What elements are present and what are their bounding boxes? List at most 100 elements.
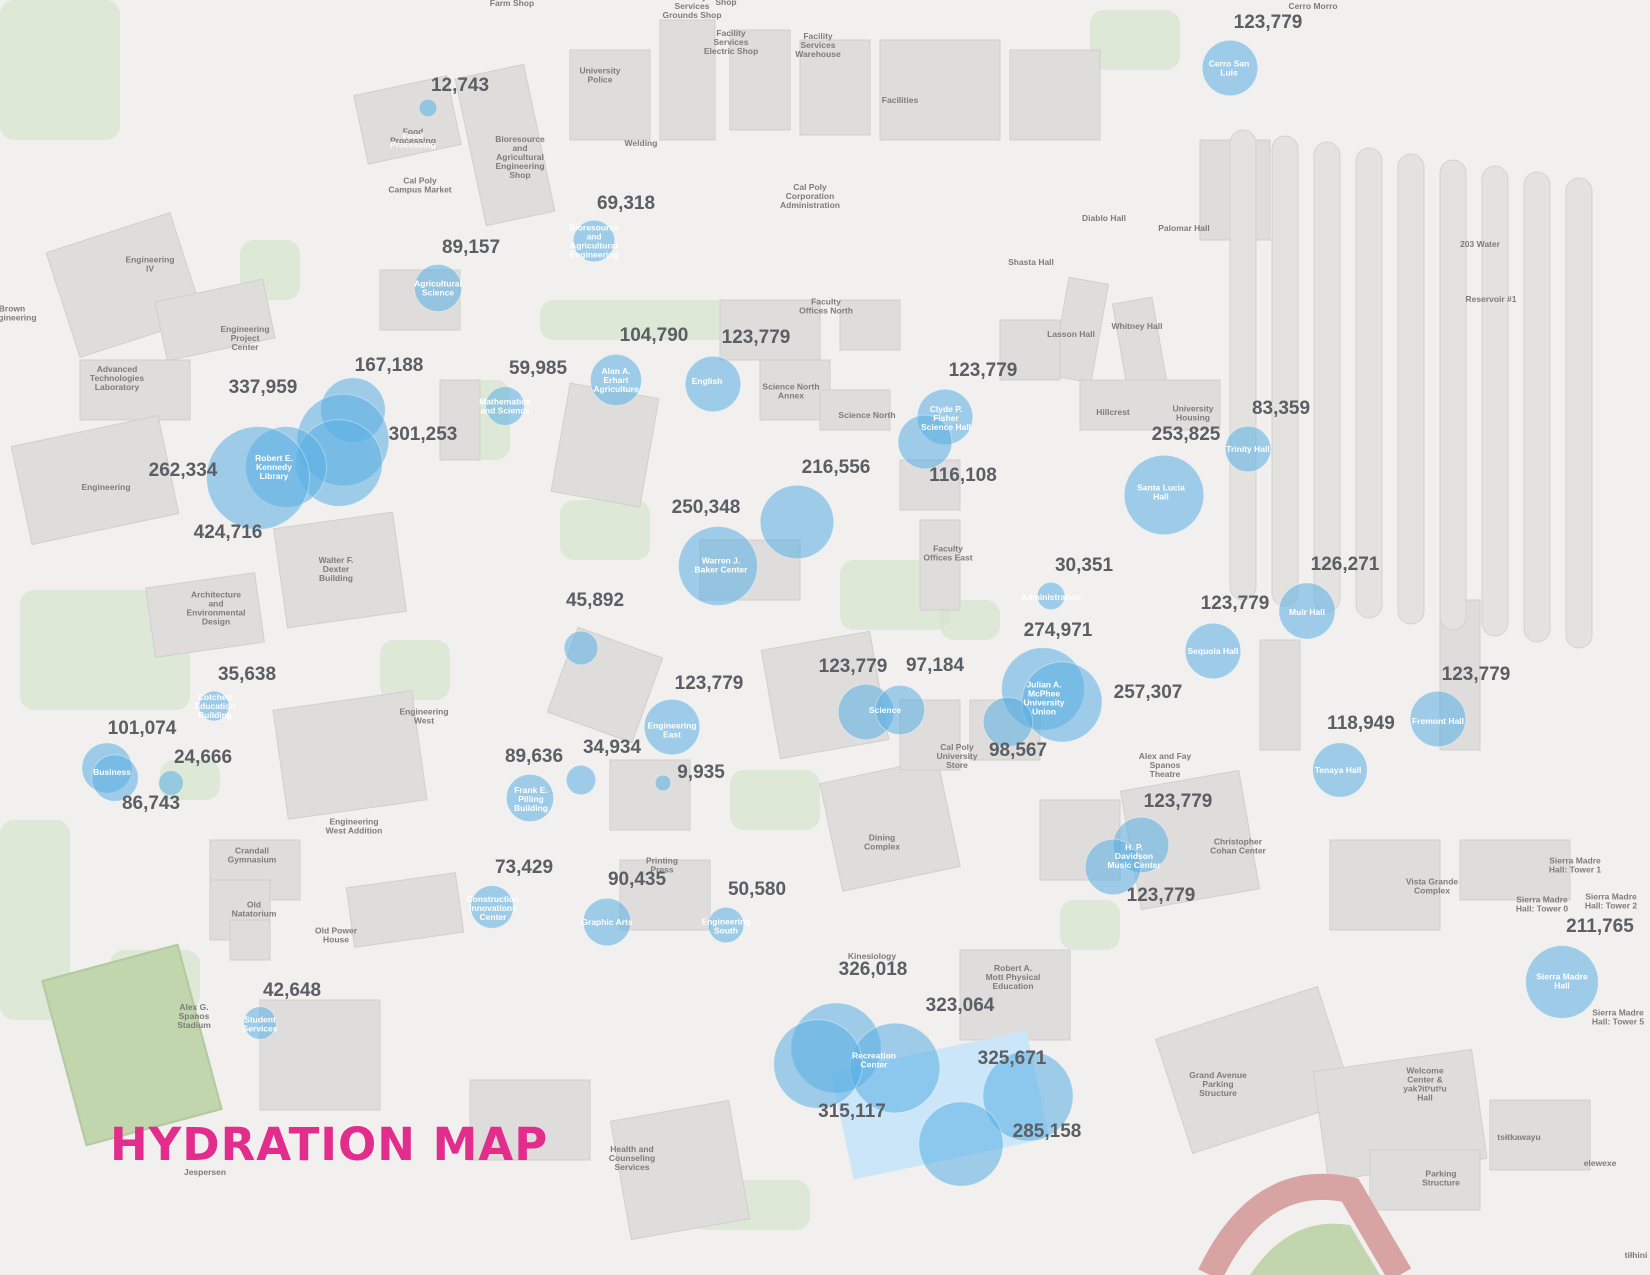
bubble-label-student-services: Student Services (243, 1015, 278, 1034)
parking-row (1313, 141, 1341, 613)
value-label-davidson-b: 123,779 (1127, 885, 1196, 906)
building-footprint (879, 39, 1001, 141)
building-footprint (919, 519, 961, 611)
map-label-parking-structure: Parking Structure (1422, 1169, 1460, 1188)
map-label-palomar-hall: Palomar Hall (1158, 223, 1210, 233)
bubble-food-processing[interactable] (418, 98, 438, 118)
value-label-tenaya-hall: 118,949 (1327, 713, 1395, 734)
map-label-welding: Welding (625, 138, 658, 148)
value-label-unknown-45892: 45,892 (566, 590, 624, 611)
bubble-label-sequoia-hall: Sequoia Hall (1187, 646, 1238, 656)
value-label-administration: 30,351 (1055, 555, 1114, 576)
building-footprint (259, 999, 381, 1111)
value-label-unknown-9935: 9,935 (677, 762, 725, 783)
bubble-baker-a[interactable] (759, 484, 835, 560)
bubble-label-bioresource-engineering: Bioresource and Agricultural Engineering (569, 223, 619, 260)
bubble-label-robert-kennedy-library: Robert E. Kennedy Library (255, 453, 293, 481)
map-label-lasson-hall: Lasson Hall (1047, 329, 1095, 339)
value-label-baker-a: 216,556 (802, 457, 871, 478)
value-label-engineering-south: 50,580 (728, 879, 786, 900)
map-label-dining-complex: Dining Complex (864, 833, 900, 852)
map-label-whitney-hall: Whitney Hall (1111, 321, 1162, 331)
bubble-label-trinity: Trinity Hall (1226, 444, 1269, 454)
green-area (380, 640, 450, 700)
bubble-business-b[interactable] (158, 770, 184, 796)
map-label-shasta-hall: Shasta Hall (1008, 257, 1054, 267)
map-label-facilities: Facilities (882, 95, 919, 105)
map-label-advanced-technologies-laboratory: Advanced Technologies Laboratory (90, 364, 144, 392)
value-label-science-b: 97,184 (906, 655, 965, 676)
map-label-reservoir-1: Reservoir #1 (1465, 294, 1516, 304)
bubble-unknown-9935[interactable] (654, 774, 672, 792)
value-label-mathematics-science: 59,985 (509, 358, 568, 379)
value-label-unknown-34934: 34,934 (583, 737, 642, 758)
parking-row (1565, 177, 1593, 649)
map-label-hillcrest: Hillcrest (1096, 407, 1130, 417)
map-label-shop: Shop (715, 0, 736, 7)
value-label-rec-b: 323,064 (926, 995, 995, 1016)
bubble-label-administration: Administration (1021, 592, 1081, 602)
value-label-rec-e: 285,158 (1013, 1121, 1082, 1142)
map-label-tsitkawayu: tsɨtkawayu (1497, 1132, 1540, 1142)
value-label-cotchett: 35,638 (218, 664, 276, 685)
map-label-alex-spanos-stadium: Alex G. Spanos Stadium (177, 1002, 211, 1030)
bubble-label-science: Science (869, 705, 901, 715)
parking-row (1439, 159, 1467, 631)
value-label-trinity: 83,359 (1252, 398, 1310, 419)
parking-row (1355, 147, 1383, 619)
value-label-fremont-hall: 123,779 (1442, 664, 1511, 685)
bubble-label-frank-pilling: Frank E. Pilling Building (514, 785, 548, 813)
value-label-alan-erhart: 104,790 (620, 325, 689, 346)
value-label-santa-lucia: 253,825 (1152, 424, 1221, 445)
map-label-sierra-madre-tower-5: Sierra Madre Hall: Tower 5 (1592, 1008, 1645, 1027)
value-label-agricultural-science: 89,157 (442, 237, 500, 258)
bubble-label-english: English (692, 376, 723, 386)
map-stage: Farm ShopFacilityServicesGrounds ShopSho… (0, 0, 1650, 1275)
value-label-sierra-madre-hall: 211,765 (1566, 916, 1634, 937)
value-label-business-a: 101,074 (108, 718, 177, 739)
bubble-unknown-34934[interactable] (565, 764, 597, 796)
map-label-engineering-west-addition: Engineering West Addition (326, 817, 383, 836)
value-label-clyde-fisher-b: 116,108 (929, 465, 997, 486)
green-area (560, 500, 650, 560)
value-label-bioresource-engineering: 69,318 (597, 193, 655, 214)
bubble-label-mathematics-science: Mathematics and Science (479, 397, 531, 416)
map-label-sierra-madre-tower-0: Sierra Madre Hall: Tower 0 (1516, 895, 1569, 914)
value-label-muir-hall: 126,271 (1311, 554, 1380, 575)
parking-row (1481, 165, 1509, 637)
bubble-library-e[interactable] (206, 426, 310, 530)
map-label-tithini: tiłhini (1625, 1250, 1648, 1260)
value-label-engineering-east: 123,779 (675, 673, 744, 694)
value-label-union-a: 274,971 (1024, 620, 1093, 641)
value-label-library-b: 337,959 (229, 377, 298, 398)
building-footprint (1009, 49, 1101, 141)
building-footprint (659, 19, 716, 141)
value-label-clyde-fisher: 123,779 (949, 360, 1018, 381)
campus-map[interactable]: Farm ShopFacilityServicesGrounds ShopSho… (0, 0, 1650, 1275)
map-label-sierra-madre-tower-2: Sierra Madre Hall: Tower 2 (1585, 892, 1638, 911)
map-label-cerro-morro: Cerro Morro (1288, 1, 1337, 11)
value-label-davidson-a: 123,779 (1144, 791, 1213, 812)
value-label-student-services: 42,648 (263, 980, 321, 1001)
map-label-walter-dexter: Walter F. Dexter Building (319, 555, 354, 583)
parking-row (1271, 135, 1299, 607)
bubble-rec-d[interactable] (773, 1019, 863, 1109)
value-label-cerro-san-luis: 123,779 (1234, 12, 1303, 33)
value-label-warren-baker: 250,348 (672, 497, 741, 518)
parking-row (1397, 153, 1425, 625)
bubble-label-fremont-hall: Fremont Hall (1412, 716, 1464, 726)
green-area (730, 770, 820, 830)
map-label-farm-shop: Farm Shop (490, 0, 534, 8)
value-label-food-processing: 12,743 (431, 75, 489, 96)
bubble-label-tenaya-hall: Tenaya Hall (1315, 765, 1362, 775)
value-label-union-b: 257,307 (1114, 682, 1183, 703)
value-label-library-a: 167,188 (355, 355, 424, 376)
bubble-label-business: Business (93, 767, 131, 777)
bubble-rec-e[interactable] (918, 1101, 1004, 1187)
value-label-english: 123,779 (722, 327, 791, 348)
bubble-unknown-45892[interactable] (563, 630, 599, 666)
value-label-library-c: 301,253 (389, 424, 458, 445)
value-label-library-d: 262,334 (149, 460, 218, 481)
value-label-library-e: 424,716 (194, 522, 263, 543)
building-footprint (229, 919, 271, 961)
